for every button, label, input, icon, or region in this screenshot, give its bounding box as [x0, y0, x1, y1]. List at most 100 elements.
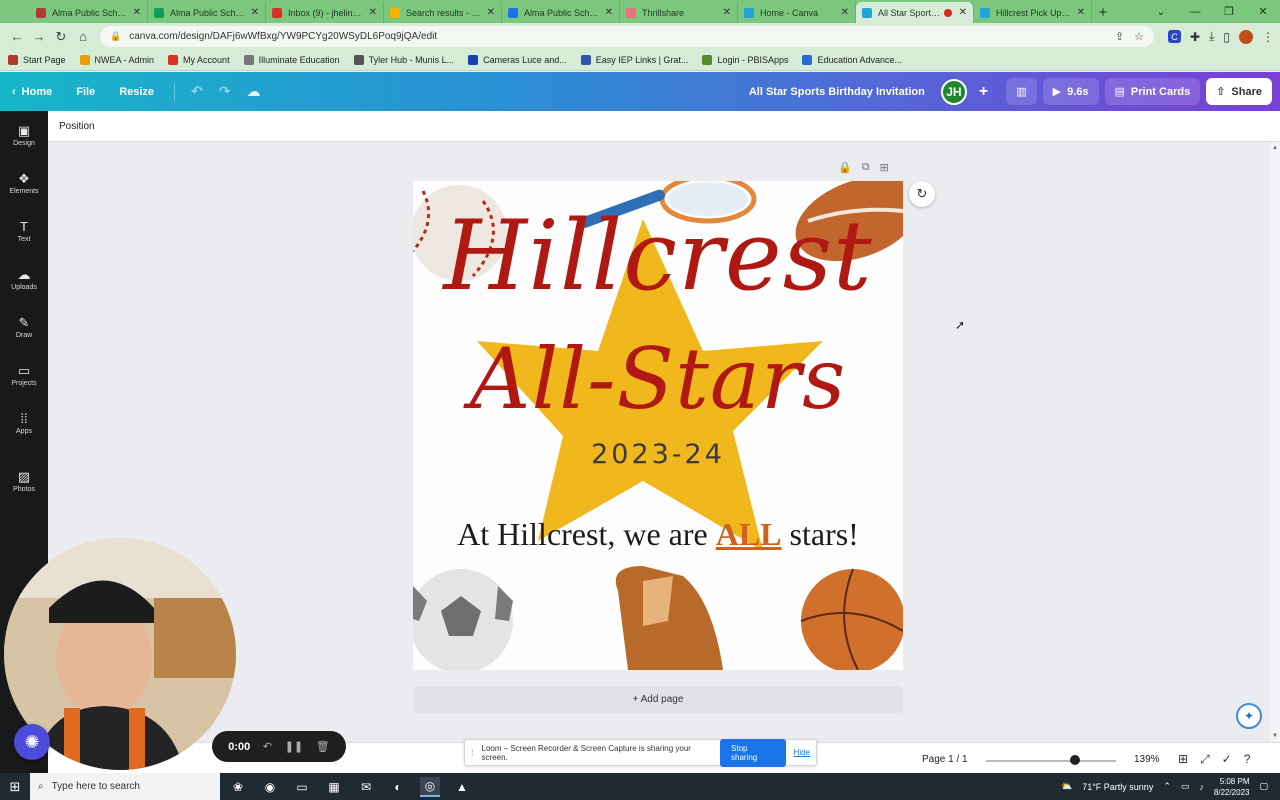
collaborator-avatar[interactable]: JH	[940, 78, 967, 105]
file-explorer-icon[interactable]: ▭	[292, 777, 312, 797]
browser-tab[interactable]: Search results - Goo ✕	[384, 2, 502, 23]
school-year[interactable]: 2023-24	[413, 439, 903, 470]
browser-tab[interactable]: Inbox (9) - jhelinski@ ✕	[266, 2, 384, 23]
title-all-stars[interactable]: All-Stars	[413, 329, 903, 429]
undo-icon[interactable]: ↶	[183, 83, 211, 100]
task-view-icon[interactable]: ❀	[228, 777, 248, 797]
browser-tab[interactable]: All Star Sports Bi ✕	[856, 2, 974, 23]
tray-chevron-icon[interactable]: ⌃	[1163, 781, 1171, 792]
scroll-down-icon[interactable]: ▼	[1272, 733, 1278, 739]
sidebar-item-draw[interactable]: ✎ Draw	[0, 303, 48, 351]
sidebar-item-photos[interactable]: ▨ Photos	[0, 457, 48, 505]
share-button[interactable]: ⇧ Share	[1206, 78, 1272, 105]
bookmark-item[interactable]: Start Page	[8, 55, 66, 65]
vertical-scrollbar[interactable]: ▲ ▼	[1270, 142, 1280, 742]
close-window-button[interactable]: ✕	[1246, 5, 1280, 18]
store-icon[interactable]: ▦	[324, 777, 344, 797]
bookmark-item[interactable]: Illuminate Education	[243, 55, 340, 65]
back-icon[interactable]: ←	[6, 26, 28, 48]
close-tab-icon[interactable]: ✕	[723, 7, 731, 18]
sidebar-item-projects[interactable]: ▭ Projects	[0, 351, 48, 399]
volume-icon[interactable]: ♪	[1199, 782, 1204, 792]
reload-icon[interactable]: ↻	[50, 26, 72, 48]
close-tab-icon[interactable]: ✕	[605, 7, 613, 18]
browser-tab[interactable]: Alma Public Schools ✕	[30, 2, 148, 23]
close-tab-icon[interactable]: ✕	[841, 7, 849, 18]
browser-tab[interactable]: Alma Public Schools ✕	[148, 2, 266, 23]
browser-tab[interactable]: Alma Public Schools ✕	[502, 2, 620, 23]
drag-handle-icon[interactable]: ⁞	[471, 748, 474, 758]
page-indicator[interactable]: Page 1 / 1	[922, 754, 968, 765]
sidebar-item-design[interactable]: ▣ Design	[0, 111, 48, 159]
bookmark-item[interactable]: Login - PBISApps	[702, 55, 788, 65]
bookmark-item[interactable]: Easy IEP Links | Grat...	[580, 55, 688, 65]
document-title[interactable]: All Star Sports Birthday Invitation	[749, 86, 925, 98]
cloud-saved-icon[interactable]: ☁	[239, 83, 269, 100]
zoom-slider-knob[interactable]	[1070, 755, 1080, 765]
position-button[interactable]: Position	[59, 121, 95, 132]
restore-button[interactable]: ❐	[1212, 5, 1246, 18]
add-page-icon[interactable]: ⊞	[880, 161, 889, 174]
pause-icon[interactable]: ❚❚	[285, 740, 303, 753]
side-panel-icon[interactable]: ▯	[1223, 30, 1230, 44]
bookmark-item[interactable]: NWEA - Admin	[79, 55, 154, 65]
lock-page-icon[interactable]: 🔒	[838, 161, 852, 174]
grid-view-icon[interactable]: ⊞	[1178, 752, 1188, 767]
url-field[interactable]: 🔒 canva.com/design/DAFj6wWfBxg/YW9PCYg20…	[100, 26, 1155, 47]
bookmark-item[interactable]: Education Advance...	[802, 55, 902, 65]
present-button[interactable]: ▶ 9.6s	[1042, 78, 1099, 105]
weather-text[interactable]: 71°F Partly sunny	[1082, 782, 1153, 792]
browser-tab[interactable]: Home - Canva ✕	[738, 2, 856, 23]
bookmark-item[interactable]: My Account	[168, 55, 230, 65]
profile-avatar[interactable]	[1239, 29, 1253, 44]
network-icon[interactable]: ▭	[1181, 781, 1190, 792]
bookmark-item[interactable]: Cameras Luce and...	[468, 55, 567, 65]
sidebar-item-uploads[interactable]: ☁ Uploads	[0, 255, 48, 303]
rotate-icon[interactable]: ↻	[909, 181, 935, 207]
home-button[interactable]: ‹ Home	[0, 86, 64, 98]
bookmark-star-icon[interactable]: ☆	[1134, 30, 1144, 43]
add-collaborator-button[interactable]: +	[967, 83, 1000, 101]
zoom-slider[interactable]	[986, 760, 1116, 762]
restart-icon[interactable]: ↶	[263, 740, 272, 753]
browser-tab[interactable]: Hillcrest Pick Up Loc ✕	[974, 2, 1092, 23]
close-tab-icon[interactable]: ✕	[251, 7, 259, 18]
tagline[interactable]: At Hillcrest, we are ALL stars!	[413, 516, 903, 553]
zoom-level[interactable]: 139%	[1134, 754, 1160, 765]
download-icon[interactable]: ⤓	[1209, 29, 1214, 44]
sidebar-item-text[interactable]: T Text	[0, 207, 48, 255]
design-page[interactable]: Hillcrest All-Stars 2023-24 At Hillcrest…	[413, 181, 903, 670]
scroll-up-icon[interactable]: ▲	[1272, 145, 1278, 151]
loom-logo-icon[interactable]: ✺	[14, 724, 50, 760]
home-icon[interactable]: ⌂	[72, 26, 94, 48]
start-icon[interactable]: ⊞	[0, 779, 30, 795]
hide-link[interactable]: Hide	[794, 748, 810, 757]
close-tab-icon[interactable]: ✕	[959, 7, 967, 18]
extension-c-icon[interactable]: C	[1168, 30, 1182, 43]
magic-assistant-icon[interactable]: ✦	[1236, 703, 1262, 729]
title-hillcrest[interactable]: Hillcrest	[413, 201, 903, 311]
chrome-icon[interactable]: ◎	[420, 776, 440, 797]
menu-kebab-icon[interactable]: ⋮	[1262, 30, 1274, 44]
insights-button[interactable]: ▥	[1006, 78, 1037, 105]
browser-tab[interactable]: Thrillshare ✕	[620, 2, 738, 23]
extensions-puzzle-icon[interactable]: ✚	[1190, 30, 1200, 44]
stop-sharing-button[interactable]: Stop sharing	[720, 738, 786, 767]
clock[interactable]: 5:08 PM 8/22/2023	[1214, 776, 1250, 798]
help-icon[interactable]: ?	[1244, 752, 1251, 767]
app-icon[interactable]: ◐	[388, 777, 408, 797]
photos-icon[interactable]: ▲	[452, 777, 472, 797]
share-page-icon[interactable]: ⇪	[1115, 30, 1124, 43]
notifications-icon[interactable]: ▢	[1259, 781, 1268, 792]
resize-button[interactable]: Resize	[107, 86, 166, 98]
close-tab-icon[interactable]: ✕	[1077, 7, 1085, 18]
edge-icon[interactable]: ◉	[260, 777, 280, 797]
add-page-button[interactable]: + Add page	[413, 686, 903, 713]
check-icon[interactable]: ✓	[1222, 752, 1232, 767]
bookmark-item[interactable]: Tyler Hub - Munis L...	[353, 55, 454, 65]
taskbar-search[interactable]: ⌕ Type here to search	[30, 773, 220, 800]
print-cards-button[interactable]: ▤ Print Cards	[1104, 78, 1201, 105]
mail-icon[interactable]: ✉	[356, 777, 376, 797]
close-tab-icon[interactable]: ✕	[133, 7, 141, 18]
sidebar-item-elements[interactable]: ❖ Elements	[0, 159, 48, 207]
